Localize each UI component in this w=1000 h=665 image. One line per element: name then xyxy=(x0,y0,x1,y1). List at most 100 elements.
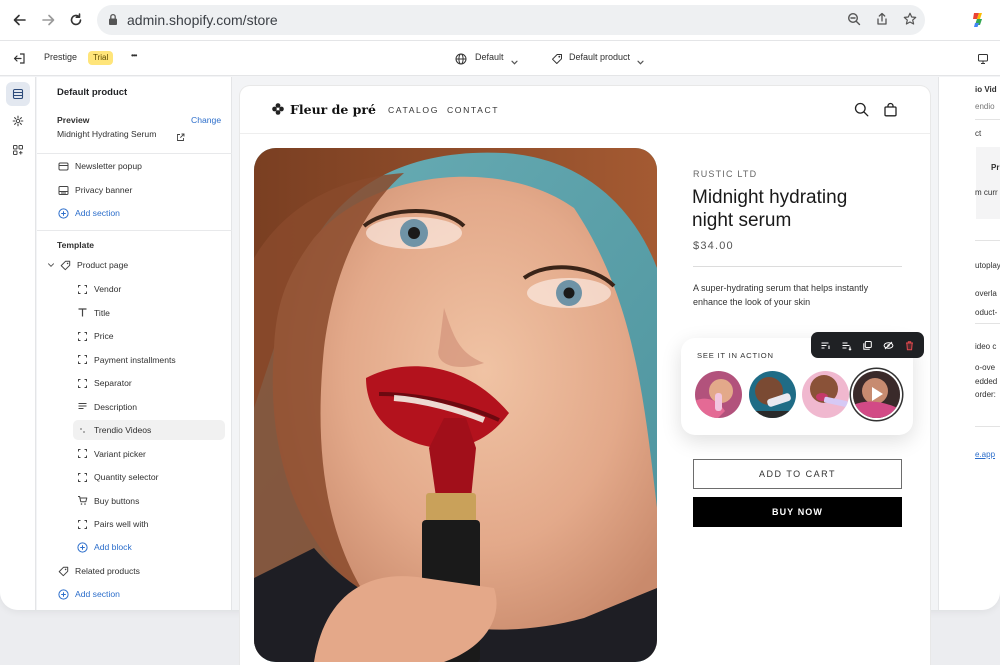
store-name[interactable]: Prestige xyxy=(44,52,77,62)
add-to-cart-button[interactable]: ADD TO CART xyxy=(693,459,902,489)
add-section-label: Add section xyxy=(75,208,120,218)
video-thumbnail[interactable] xyxy=(802,371,849,418)
store-brand[interactable]: Fleur de pré xyxy=(290,102,376,117)
share-icon[interactable] xyxy=(875,12,891,28)
sidebar-item-related-products[interactable]: Related products xyxy=(57,561,140,581)
sidebar-block-title[interactable]: Title xyxy=(76,303,110,323)
preview-label: Preview xyxy=(57,115,90,125)
settings-text: utoplay xyxy=(975,261,1000,270)
settings-link[interactable]: e.app xyxy=(975,450,995,459)
sections-icon[interactable] xyxy=(6,82,30,106)
trial-badge: Trial xyxy=(88,51,114,65)
add-section-button[interactable]: Add section xyxy=(57,203,120,223)
divider xyxy=(975,119,1000,120)
sidebar-item-product-page[interactable]: Product page xyxy=(46,255,128,275)
zoom-icon[interactable] xyxy=(847,12,863,28)
theme-select[interactable]: Default xyxy=(475,52,504,62)
tag-icon xyxy=(59,259,71,271)
desktop-preview-icon[interactable] xyxy=(977,52,991,66)
reload-icon[interactable] xyxy=(66,10,86,30)
back-arrow-icon[interactable] xyxy=(10,10,30,30)
forward-arrow-icon[interactable] xyxy=(38,10,58,30)
address-bar[interactable]: admin.shopify.com/store xyxy=(97,5,925,35)
sidebar-block-label: Price xyxy=(94,331,114,341)
block-frame-icon xyxy=(76,518,88,530)
sidebar-block-trendio-videos[interactable]: Trendio Videos xyxy=(73,420,225,440)
buy-now-button[interactable]: BUY NOW xyxy=(693,497,902,527)
video-thumbnail[interactable] xyxy=(695,371,742,418)
plus-circle-icon xyxy=(76,541,88,553)
sidebar-block-variant-picker[interactable]: Variant picker xyxy=(76,444,146,464)
divider xyxy=(37,153,232,154)
sidebar-block-vendor[interactable]: Vendor xyxy=(76,279,121,299)
chevron-down-icon[interactable] xyxy=(636,54,650,68)
settings-title: io Vid xyxy=(975,85,997,94)
sidebar-block-buy-buttons[interactable]: Buy buttons xyxy=(76,491,139,511)
sidebar-block-price[interactable]: Price xyxy=(76,326,114,346)
sidebar-block-label: Vendor xyxy=(94,284,122,294)
sidebar-item-newsletter-popup[interactable]: Newsletter popup xyxy=(57,156,142,176)
sidebar-block-pairs-well-with[interactable]: Pairs well with xyxy=(76,514,148,534)
browser-chrome: admin.shopify.com/store xyxy=(0,0,1000,40)
divider xyxy=(37,230,232,231)
shopping-bag-icon[interactable] xyxy=(883,102,899,118)
external-link-icon[interactable] xyxy=(176,129,185,147)
template-select[interactable]: Default product xyxy=(569,52,630,62)
apps-icon[interactable] xyxy=(6,138,30,162)
more-actions-button[interactable]: ••• xyxy=(131,51,137,60)
exit-icon[interactable] xyxy=(13,52,27,66)
sidebar-block-label: Quantity selector xyxy=(94,472,159,482)
block-frame-icon xyxy=(76,354,88,366)
product-description: A super-hydrating serum that helps insta… xyxy=(693,283,869,307)
settings-text: overla xyxy=(975,289,997,298)
product-vendor: RUSTIC LTD xyxy=(693,169,758,179)
sidebar-block-label: Variant picker xyxy=(94,448,146,459)
block-frame-icon xyxy=(76,377,88,389)
add-block-button[interactable]: Add block xyxy=(76,537,132,557)
duplicate-icon[interactable] xyxy=(861,338,875,352)
bookmark-star-icon[interactable] xyxy=(903,12,919,28)
chevron-down-icon[interactable] xyxy=(510,54,524,68)
sidebar-item-label: Privacy banner xyxy=(75,185,133,195)
sidebar-item-privacy-banner[interactable]: Privacy banner xyxy=(57,180,132,200)
nav-contact[interactable]: CONTACT xyxy=(447,105,499,115)
template-heading: Template xyxy=(57,240,95,250)
delete-icon[interactable] xyxy=(903,338,917,352)
sections-sidebar: Default product Preview Change Midnight … xyxy=(37,77,232,610)
block-frame-icon xyxy=(76,283,88,295)
tag-icon xyxy=(57,565,69,577)
settings-preview-card[interactable] xyxy=(976,147,1000,219)
hide-icon[interactable] xyxy=(882,338,896,352)
flower-logo-icon xyxy=(271,102,285,116)
sidebar-block-description[interactable]: Description xyxy=(76,397,137,417)
settings-subtitle: endio xyxy=(975,102,995,111)
gear-icon[interactable] xyxy=(6,109,30,133)
preview-product-name[interactable]: Midnight Hydrating Serum xyxy=(57,129,156,139)
sidebar-block-quantity-selector[interactable]: Quantity selector xyxy=(76,467,158,487)
sidebar-block-payment-installments[interactable]: Payment installments xyxy=(76,350,176,370)
sidebar-block-label: Trendio Videos xyxy=(94,425,152,435)
sidebar-block-separator[interactable]: Separator xyxy=(76,373,132,393)
video-thumbnail[interactable] xyxy=(749,371,796,418)
extension-logo-icon[interactable] xyxy=(969,11,987,29)
settings-text: ct xyxy=(975,129,982,138)
move-up-icon[interactable] xyxy=(819,338,833,352)
settings-text: o-ove xyxy=(975,363,996,372)
search-icon[interactable] xyxy=(854,102,870,118)
chevron-down-icon[interactable] xyxy=(46,259,55,271)
sidebar-block-label: Separator xyxy=(94,378,132,388)
video-thumbnail-selected[interactable] xyxy=(853,371,900,418)
left-rail xyxy=(0,77,36,610)
globe-icon xyxy=(455,52,469,66)
url-text[interactable]: admin.shopify.com/store xyxy=(127,12,278,28)
product-title: Midnight hydrating night serum xyxy=(692,187,848,231)
divider xyxy=(975,426,1000,427)
add-section-button[interactable]: Add section xyxy=(57,584,120,604)
nav-catalog[interactable]: CATALOG xyxy=(388,105,439,115)
block-frame-icon xyxy=(76,330,88,342)
sidebar-item-label: Newsletter popup xyxy=(75,161,142,171)
banner-icon xyxy=(57,184,69,196)
move-down-icon[interactable] xyxy=(840,338,854,352)
sidebar-block-label: Title xyxy=(94,307,110,318)
change-preview-link[interactable]: Change xyxy=(191,115,221,125)
